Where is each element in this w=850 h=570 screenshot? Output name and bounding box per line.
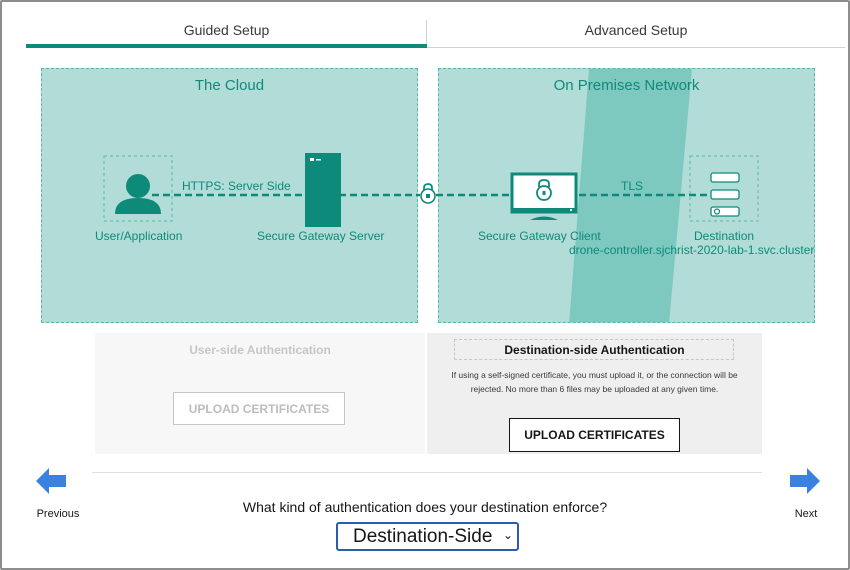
cloud-panel: The Cloud: [41, 68, 418, 323]
destination-label: Destination: [694, 229, 755, 243]
zone-stripe: [569, 69, 692, 322]
destination-auth-description: If using a self-signed certificate, you …: [451, 370, 738, 394]
destination-side-auth-title: Destination-side Authentication: [504, 343, 685, 357]
destination-upload-certificates-button[interactable]: UPLOAD CERTIFICATES: [509, 418, 680, 452]
arrow-left-icon: [36, 468, 66, 494]
user-application-label: User/Application: [95, 229, 183, 243]
user-upload-certificates-button: UPLOAD CERTIFICATES: [173, 392, 345, 425]
user-icon: [115, 174, 161, 214]
destination-servers-icon: [710, 172, 740, 217]
section-divider: [92, 472, 762, 473]
arrow-right-icon: [790, 468, 820, 494]
tab-baseline: [427, 47, 845, 48]
tab-advanced-setup-label: Advanced Setup: [584, 22, 688, 38]
chevron-down-icon: ⌄: [502, 528, 513, 542]
server-icon: [305, 153, 341, 227]
tab-guided-setup-label: Guided Setup: [183, 22, 270, 38]
user-side-auth-title: User-side Authentication: [189, 343, 331, 357]
authentication-question: What kind of authentication does your de…: [242, 499, 608, 515]
cloud-panel-title: The Cloud: [194, 77, 265, 94]
authentication-type-select[interactable]: Destination-Side ⌄: [336, 522, 519, 551]
secure-gateway-client-label: Secure Gateway Client: [478, 229, 601, 243]
destination-side-auth-section: Destination-side Authentication If using…: [427, 333, 762, 454]
on-premises-panel: On Premises Network: [438, 68, 815, 323]
destination-host-label: drone-controller.sjchrist-2020-lab-1.svc…: [569, 243, 815, 257]
secure-gateway-server-label: Secure Gateway Server: [257, 229, 385, 243]
setup-window: Guided Setup Advanced Setup The Cloud On…: [0, 0, 850, 570]
monitor-lock-icon: [510, 172, 578, 220]
on-premises-panel-title: On Premises Network: [553, 77, 700, 94]
tab-advanced-setup[interactable]: Advanced Setup: [427, 22, 845, 48]
authentication-type-value: Destination-Side: [353, 525, 493, 547]
tls-link-label: TLS: [621, 179, 644, 193]
active-tab-indicator: [26, 44, 427, 48]
https-link-label: HTTPS: Server Side: [182, 179, 291, 193]
lock-icon: [420, 183, 436, 204]
user-side-auth-section: User-side Authentication UPLOAD CERTIFIC…: [95, 333, 425, 454]
